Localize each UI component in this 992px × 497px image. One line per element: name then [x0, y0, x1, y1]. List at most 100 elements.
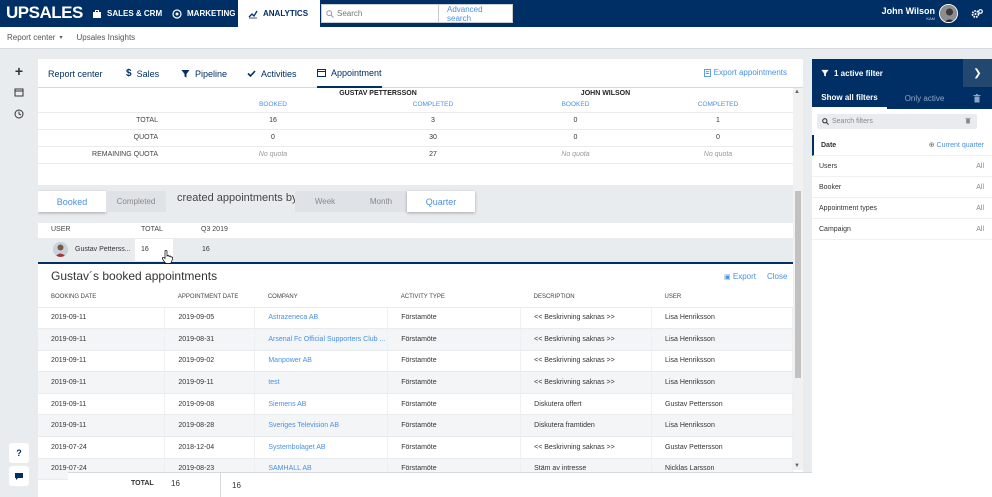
quota-cell: 3	[358, 112, 508, 130]
column-header[interactable]: ACTIVITY TYPE	[387, 287, 521, 308]
user-row-name: Gustav Petterss...	[75, 246, 131, 253]
activity-type: Förstamöte	[387, 371, 522, 394]
activity-type: Förstamöte	[387, 328, 522, 351]
export-appointments-label: Export appointments	[713, 68, 787, 77]
company-link[interactable]: test	[254, 371, 389, 394]
search-filters-field[interactable]: Search filters	[817, 114, 977, 129]
global-search: Advanced search	[321, 4, 513, 23]
company-link[interactable]: Systembolaget AB	[254, 436, 389, 459]
quota-cell: 0	[188, 129, 358, 147]
nav-tab-label: MARKETING	[187, 9, 236, 18]
filter-item-campaign[interactable]: Campaign All	[812, 219, 992, 240]
table-row[interactable]: 2019-09-11 2019-09-08 Siemens AB Förstam…	[38, 393, 793, 416]
company-link[interactable]: Siemens AB	[254, 393, 389, 416]
column-header[interactable]: DESCRIPTION	[520, 287, 652, 308]
search-input[interactable]	[322, 5, 438, 22]
tab-pipeline[interactable]: Pipeline	[181, 59, 227, 88]
month-toggle[interactable]: Month	[355, 191, 407, 212]
detail-export-link[interactable]: ▣ Export	[724, 272, 756, 281]
filter-item-appointment-types[interactable]: Appointment types All	[812, 198, 992, 219]
search-filters-placeholder: Search filters	[832, 118, 873, 125]
calendar-icon	[317, 69, 326, 77]
quota-cell: 27	[358, 146, 508, 164]
export-appointments-link[interactable]: Export appointments	[703, 68, 787, 77]
calendar-icon[interactable]	[12, 85, 26, 99]
scroll-up-arrow-icon[interactable]: ▲	[794, 89, 800, 95]
scroll-down-arrow-icon[interactable]: ▼	[794, 463, 800, 469]
completed-toggle[interactable]: Completed	[106, 191, 166, 212]
tab-label: Sales	[136, 68, 160, 79]
booking-date: 2019-09-11	[38, 350, 166, 373]
description: Diskutera offert	[520, 393, 653, 416]
report-center-dropdown[interactable]: Report center ▾	[0, 33, 69, 42]
top-navigation-bar: UPSALES SALES & CRM MARKETING ANALYTICS …	[0, 0, 992, 27]
trash-icon[interactable]	[962, 87, 992, 109]
booking-date: 2019-07-24	[38, 436, 166, 459]
user-avatar[interactable]	[939, 4, 958, 23]
week-toggle[interactable]: Week	[295, 191, 355, 212]
table-row[interactable]: 2019-09-11 2019-09-02 Manpower AB Första…	[38, 350, 793, 373]
table-row[interactable]: 2019-09-11 2019-08-28 Sveriges Televisio…	[38, 414, 793, 438]
report-center-label: Report center	[7, 33, 56, 42]
show-all-filters-button[interactable]: Show all filters	[812, 87, 887, 109]
tab-report-center[interactable]: Report center	[48, 59, 103, 88]
clock-icon[interactable]	[12, 107, 26, 121]
help-button[interactable]: ?	[9, 443, 29, 463]
upsales-insights-link[interactable]: Upsales Insights	[69, 33, 142, 42]
booked-toggle[interactable]: Booked	[38, 191, 106, 212]
dollar-icon: $	[126, 68, 132, 79]
quarter-toggle[interactable]: Quarter	[407, 191, 475, 212]
quota-cell: 30	[358, 129, 508, 147]
quota-cell: 0	[508, 112, 643, 130]
tab-appointment[interactable]: Appointment	[317, 59, 382, 88]
column-header[interactable]: BOOKING DATE	[38, 287, 165, 308]
company-link[interactable]: Manpower AB	[254, 350, 389, 373]
quota-column-header: BOOKED	[508, 98, 643, 113]
column-header[interactable]: APPOINTMENT DATE	[164, 287, 255, 308]
advanced-search-button[interactable]: Advanced search	[438, 5, 512, 23]
filter-item-users[interactable]: Users All	[812, 156, 992, 177]
column-header[interactable]: COMPANY	[254, 287, 388, 308]
filter-value: ⊕ Current quarter	[929, 141, 984, 149]
briefcase-icon	[93, 9, 101, 18]
column-header[interactable]: USER	[651, 287, 793, 308]
user: Lisa Henriksson	[651, 371, 793, 394]
company-link[interactable]: Sveriges Television AB	[254, 414, 389, 438]
tab-label: Report center	[48, 68, 103, 79]
quota-column-header: COMPLETED	[643, 98, 793, 113]
user-name[interactable]: John Wilson	[882, 6, 935, 16]
collapse-panel-button[interactable]: ❯	[963, 59, 992, 87]
appointment-date: 2019-09-11	[164, 371, 256, 394]
activity-type: Förstamöte	[387, 307, 522, 330]
plus-icon[interactable]: +	[12, 63, 26, 79]
detail-close-link[interactable]: Close	[767, 272, 787, 281]
filter-item-date[interactable]: Date ⊕ Current quarter	[812, 135, 992, 156]
tab-activities[interactable]: Activities	[247, 59, 297, 88]
main-scrollbar[interactable]: ▲ ▼	[793, 88, 803, 470]
company-link[interactable]: Arsenal Fc Official Supporters Club ...	[254, 328, 389, 351]
user-row-gustav[interactable]: Gustav Petterss... 16 16	[38, 239, 793, 261]
filter-item-booker[interactable]: Booker All	[812, 177, 992, 198]
scrollbar-thumb[interactable]	[795, 191, 801, 378]
appointment-date: 2019-09-02	[164, 350, 256, 373]
quota-row-label: QUOTA	[38, 129, 188, 147]
tab-sales[interactable]: $ Sales	[126, 59, 159, 88]
nav-tab-marketing[interactable]: MARKETING	[162, 0, 245, 27]
table-row[interactable]: 2019-07-24 2018-12-04 Systembolaget AB F…	[38, 436, 793, 459]
activity-type: Förstamöte	[387, 350, 522, 373]
nav-tab-sales-crm[interactable]: SALES & CRM	[82, 0, 172, 27]
clear-search-trash-icon[interactable]	[965, 117, 971, 126]
only-active-button[interactable]: Only active	[887, 87, 962, 109]
table-row[interactable]: 2019-09-11 2019-08-31 Arsenal Fc Officia…	[38, 328, 793, 351]
table-row[interactable]: 2019-09-11 2019-09-05 Astrazeneca AB För…	[38, 307, 793, 330]
chat-icon[interactable]	[9, 466, 29, 486]
table-row[interactable]: 2019-09-11 2019-09-11 test Förstamöte <<…	[38, 371, 793, 394]
upsales-logo[interactable]: UPSALES	[6, 3, 83, 23]
company-link[interactable]: Astrazeneca AB	[254, 307, 389, 330]
description: Diskutera framtiden	[520, 414, 653, 438]
filter-value: All	[976, 204, 984, 212]
user: Gustav Pettersson	[651, 393, 793, 416]
nav-tab-analytics[interactable]: ANALYTICS	[238, 0, 320, 27]
settings-gear-icon[interactable]	[970, 7, 984, 21]
user-row-q3[interactable]: 16	[202, 246, 210, 253]
